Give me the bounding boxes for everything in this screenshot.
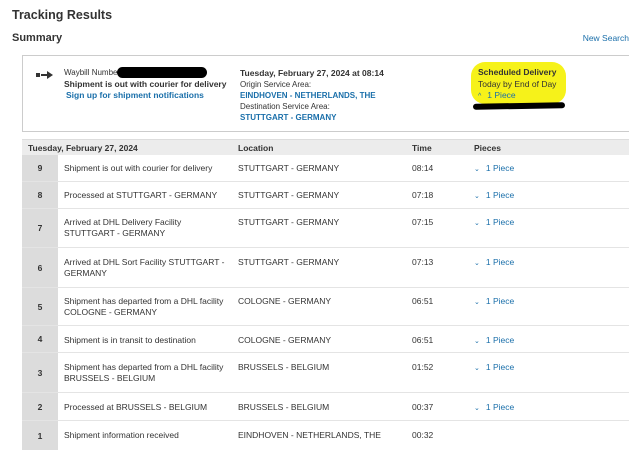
summary-box: Waybill Numbe Shipment is out with couri…	[22, 55, 629, 132]
row-number: 6	[22, 248, 58, 287]
row-time: 01:52	[412, 362, 434, 372]
destination-label: Destination Service Area:	[240, 102, 330, 111]
row-time: 00:37	[412, 402, 434, 412]
row-location: EINDHOVEN - NETHERLANDS, THE	[238, 430, 381, 440]
row-number: 9	[22, 155, 58, 181]
row-pieces-toggle[interactable]: ⌄ 1 Piece	[474, 163, 514, 175]
row-pieces-label: 1 Piece	[485, 335, 515, 345]
scheduled-delivery-time: Today by End of Day	[478, 79, 557, 89]
events-table-header: Tuesday, February 27, 2024 Location Time…	[22, 139, 629, 155]
row-number: 8	[22, 182, 58, 208]
chevron-up-icon: ^	[478, 93, 482, 100]
table-row: 9 Shipment is out with courier for deliv…	[22, 155, 629, 182]
page-title: Tracking Results	[12, 8, 113, 22]
chevron-down-icon: ⌄	[474, 166, 480, 173]
chevron-down-icon: ⌄	[474, 338, 480, 345]
origin-label: Origin Service Area:	[240, 80, 312, 89]
table-row: 1 Shipment information received EINDHOVE…	[22, 421, 629, 450]
row-pieces-toggle[interactable]: ⌄ 1 Piece	[474, 257, 514, 269]
chevron-down-icon: ⌄	[474, 405, 480, 412]
row-location: BRUSSELS - BELGIUM	[238, 362, 330, 372]
chevron-down-icon: ⌄	[474, 220, 480, 227]
row-description: Processed at STUTTGART - GERMANY	[64, 190, 218, 200]
scheduled-pieces-toggle[interactable]: ^ 1 Piece	[478, 90, 516, 100]
row-pieces-toggle[interactable]: ⌄ 1 Piece	[474, 190, 514, 202]
row-number: 3	[22, 353, 58, 392]
table-row: 4 Shipment is in transit to destination …	[22, 326, 629, 353]
new-search-link[interactable]: New Search	[583, 33, 629, 43]
row-pieces-label: 1 Piece	[485, 296, 515, 306]
header-time: Time	[412, 143, 432, 153]
table-row: 8 Processed at STUTTGART - GERMANY STUTT…	[22, 182, 629, 209]
row-time: 08:14	[412, 163, 434, 173]
row-location: STUTTGART - GERMANY	[238, 217, 340, 227]
row-pieces-label: 1 Piece	[485, 163, 515, 173]
waybill-redaction	[117, 67, 207, 78]
header-date: Tuesday, February 27, 2024	[28, 143, 138, 153]
row-pieces-label: 1 Piece	[485, 362, 515, 372]
row-location: COLOGNE - GERMANY	[238, 335, 332, 345]
row-description: Shipment is in transit to destination	[64, 335, 196, 345]
row-pieces-label: 1 Piece	[485, 402, 515, 412]
row-time: 07:15	[412, 217, 434, 227]
row-number: 5	[22, 288, 58, 325]
row-time: 00:32	[412, 430, 434, 440]
summary-date: Tuesday, February 27, 2024 at 08:14	[240, 68, 384, 78]
row-description: Shipment has departed from a DHL facilit…	[64, 362, 224, 383]
header-location: Location	[238, 143, 274, 153]
row-description: Arrived at DHL Delivery Facility STUTTGA…	[64, 217, 182, 238]
row-pieces-label: 1 Piece	[485, 257, 515, 267]
table-row: 3 Shipment has departed from a DHL facil…	[22, 353, 629, 393]
row-location: BRUSSELS - BELGIUM	[238, 402, 330, 412]
chevron-down-icon: ⌄	[474, 365, 480, 372]
table-row: 2 Processed at BRUSSELS - BELGIUM BRUSSE…	[22, 393, 629, 421]
row-time: 06:51	[412, 335, 434, 345]
row-pieces-label: 1 Piece	[485, 217, 515, 227]
table-row: 6 Arrived at DHL Sort Facility STUTTGART…	[22, 248, 629, 288]
signup-notifications-link[interactable]: Sign up for shipment notifications	[66, 90, 204, 100]
summary-status: Shipment is out with courier for deliver…	[64, 79, 227, 89]
header-pieces: Pieces	[474, 143, 501, 153]
destination-value: STUTTGART - GERMANY	[240, 113, 337, 122]
arrow-right-icon	[36, 71, 53, 79]
row-description: Processed at BRUSSELS - BELGIUM	[64, 402, 208, 412]
row-number: 1	[22, 421, 58, 450]
row-location: STUTTGART - GERMANY	[238, 163, 340, 173]
row-pieces-toggle[interactable]: ⌄ 1 Piece	[474, 335, 514, 347]
table-row: 5 Shipment has departed from a DHL facil…	[22, 288, 629, 326]
row-time: 07:13	[412, 257, 434, 267]
chevron-down-icon: ⌄	[474, 299, 480, 306]
summary-heading: Summary	[12, 32, 63, 44]
row-pieces-toggle[interactable]: ⌄ 1 Piece	[474, 217, 514, 229]
row-pieces-label: 1 Piece	[485, 190, 515, 200]
waybill-label: Waybill Numbe	[64, 68, 118, 77]
chevron-down-icon: ⌄	[474, 193, 480, 200]
scheduled-delivery-title: Scheduled Delivery	[478, 67, 557, 77]
row-location: STUTTGART - GERMANY	[238, 190, 340, 200]
row-number: 4	[22, 326, 58, 352]
row-location: COLOGNE - GERMANY	[238, 296, 332, 306]
scheduled-redaction	[472, 102, 566, 110]
row-number: 2	[22, 393, 58, 420]
row-pieces-toggle[interactable]: ⌄ 1 Piece	[474, 362, 514, 374]
row-time: 06:51	[412, 296, 434, 306]
row-time: 07:18	[412, 190, 434, 200]
row-pieces-toggle[interactable]: ⌄ 1 Piece	[474, 296, 514, 308]
row-description: Shipment information received	[64, 430, 179, 440]
row-pieces-toggle[interactable]: ⌄ 1 Piece	[474, 402, 514, 414]
table-row: 7 Arrived at DHL Delivery Facility STUTT…	[22, 209, 629, 248]
chevron-down-icon: ⌄	[474, 260, 480, 267]
row-description: Shipment has departed from a DHL facilit…	[64, 296, 224, 317]
row-description: Shipment is out with courier for deliver…	[64, 163, 213, 173]
row-description: Arrived at DHL Sort Facility STUTTGART -…	[64, 257, 225, 278]
scheduled-pieces-label: 1 Piece	[487, 90, 516, 100]
row-number: 7	[22, 209, 58, 247]
row-location: STUTTGART - GERMANY	[238, 257, 340, 267]
origin-value: EINDHOVEN - NETHERLANDS, THE	[240, 91, 376, 100]
